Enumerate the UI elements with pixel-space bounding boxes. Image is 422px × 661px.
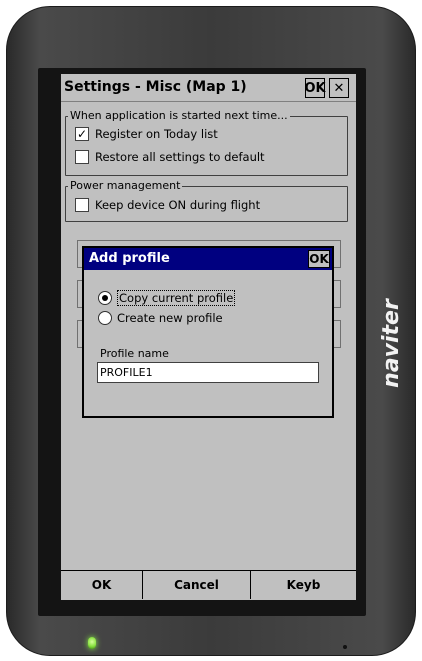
led-indicator-icon [88, 637, 96, 649]
register-today-checkbox[interactable]: ✓ [75, 127, 89, 141]
cancel-button[interactable]: Cancel [143, 571, 251, 599]
copy-profile-radio-row[interactable]: Copy current profile [98, 290, 236, 306]
register-today-checkbox-row[interactable]: ✓ Register on Today list [75, 127, 218, 141]
restore-defaults-checkbox[interactable] [75, 150, 89, 164]
dialog-title: Add profile [89, 251, 170, 266]
startup-groupbox: When application is started next time... [65, 109, 348, 176]
close-icon: ✕ [333, 80, 345, 96]
title-ok-button[interactable]: OK [304, 78, 326, 98]
checkmark-icon: ✓ [76, 127, 88, 141]
restore-defaults-checkbox-row[interactable]: Restore all settings to default [75, 150, 265, 164]
profile-name-input[interactable]: PROFILE1 [97, 362, 319, 383]
startup-group-legend: When application is started next time... [68, 109, 290, 122]
brand-logo: naviter [376, 278, 406, 408]
register-today-label: Register on Today list [95, 127, 218, 141]
bottom-command-bar: OK Cancel Keyb [61, 570, 356, 600]
keep-on-checkbox-row[interactable]: Keep device ON during flight [75, 198, 260, 212]
mic-hole-icon [343, 645, 347, 649]
window-title: Settings - Misc (Map 1) [64, 79, 247, 95]
profile-name-label: Profile name [100, 347, 169, 360]
restore-defaults-label: Restore all settings to default [95, 150, 265, 164]
device-screen: Settings - Misc (Map 1) OK ✕ When applic… [61, 74, 356, 600]
keyboard-button[interactable]: Keyb [251, 571, 356, 599]
dialog-ok-button[interactable]: OK [308, 250, 330, 268]
close-button[interactable]: ✕ [329, 78, 349, 98]
new-profile-radio-row[interactable]: Create new profile [98, 311, 223, 325]
ok-button[interactable]: OK [61, 571, 143, 599]
window-titlebar: Settings - Misc (Map 1) OK ✕ [61, 74, 356, 102]
power-group-legend: Power management [68, 179, 183, 192]
add-profile-dialog: Add profile OK Copy current profile Crea… [82, 246, 334, 418]
keep-on-label: Keep device ON during flight [95, 198, 261, 212]
brand-logo-text: naviter [378, 298, 404, 388]
new-profile-label: Create new profile [117, 311, 223, 325]
copy-profile-radio[interactable] [98, 291, 112, 305]
copy-profile-label: Copy current profile [117, 290, 236, 306]
keep-on-checkbox[interactable] [75, 198, 89, 212]
dialog-titlebar: Add profile OK [84, 248, 332, 270]
new-profile-radio[interactable] [98, 311, 112, 325]
